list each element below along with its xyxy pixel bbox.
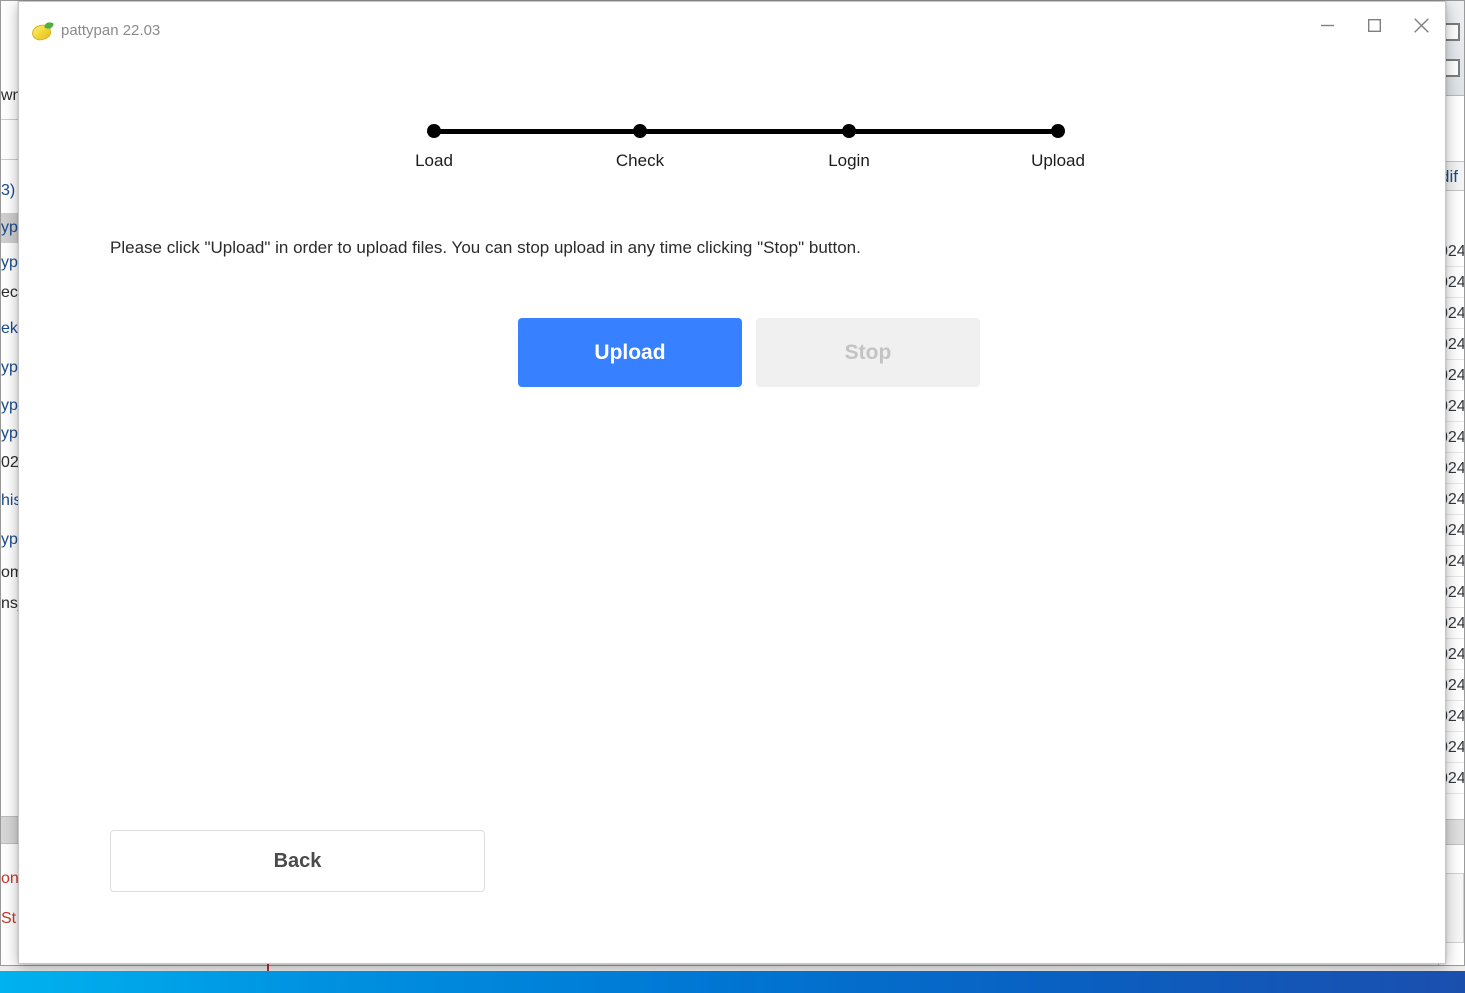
stepper-step-label: Load <box>415 151 453 170</box>
maximize-icon[interactable] <box>1351 2 1398 49</box>
wizard-stepper: Load Check Login Upload <box>415 122 1085 182</box>
stepper-track <box>434 129 1058 134</box>
step-dot-icon <box>842 124 856 138</box>
stepper-step-label: Check <box>615 151 665 170</box>
step-dot-icon <box>633 124 647 138</box>
instruction-text: Please click "Upload" in order to upload… <box>110 238 861 257</box>
action-button-row: Upload Stop <box>518 318 980 387</box>
title-bar[interactable]: pattypan 22.03 <box>19 2 1445 61</box>
upload-button[interactable]: Upload <box>518 318 742 387</box>
back-button[interactable]: Back <box>110 830 485 892</box>
step-dot-icon <box>1051 124 1065 138</box>
taskbar[interactable] <box>0 971 1465 993</box>
minimize-icon[interactable] <box>1304 2 1351 49</box>
window-title: pattypan 22.03 <box>61 22 161 39</box>
lemon-icon <box>30 20 54 42</box>
step-dot-icon <box>427 124 441 138</box>
pattypan-window[interactable]: pattypan 22.03 Load Check Login Upload P… <box>18 1 1446 964</box>
stepper-step-label: Upload <box>1031 151 1085 170</box>
desktop: ▾ wn 3) yp yp ec ek yp yp yp 02 his yp o… <box>0 0 1465 993</box>
window-controls <box>1304 2 1445 49</box>
stepper-step-label: Login <box>828 151 870 170</box>
title-bar-left: pattypan 22.03 <box>19 2 160 42</box>
close-icon[interactable] <box>1398 2 1445 49</box>
stop-button[interactable]: Stop <box>756 318 980 387</box>
